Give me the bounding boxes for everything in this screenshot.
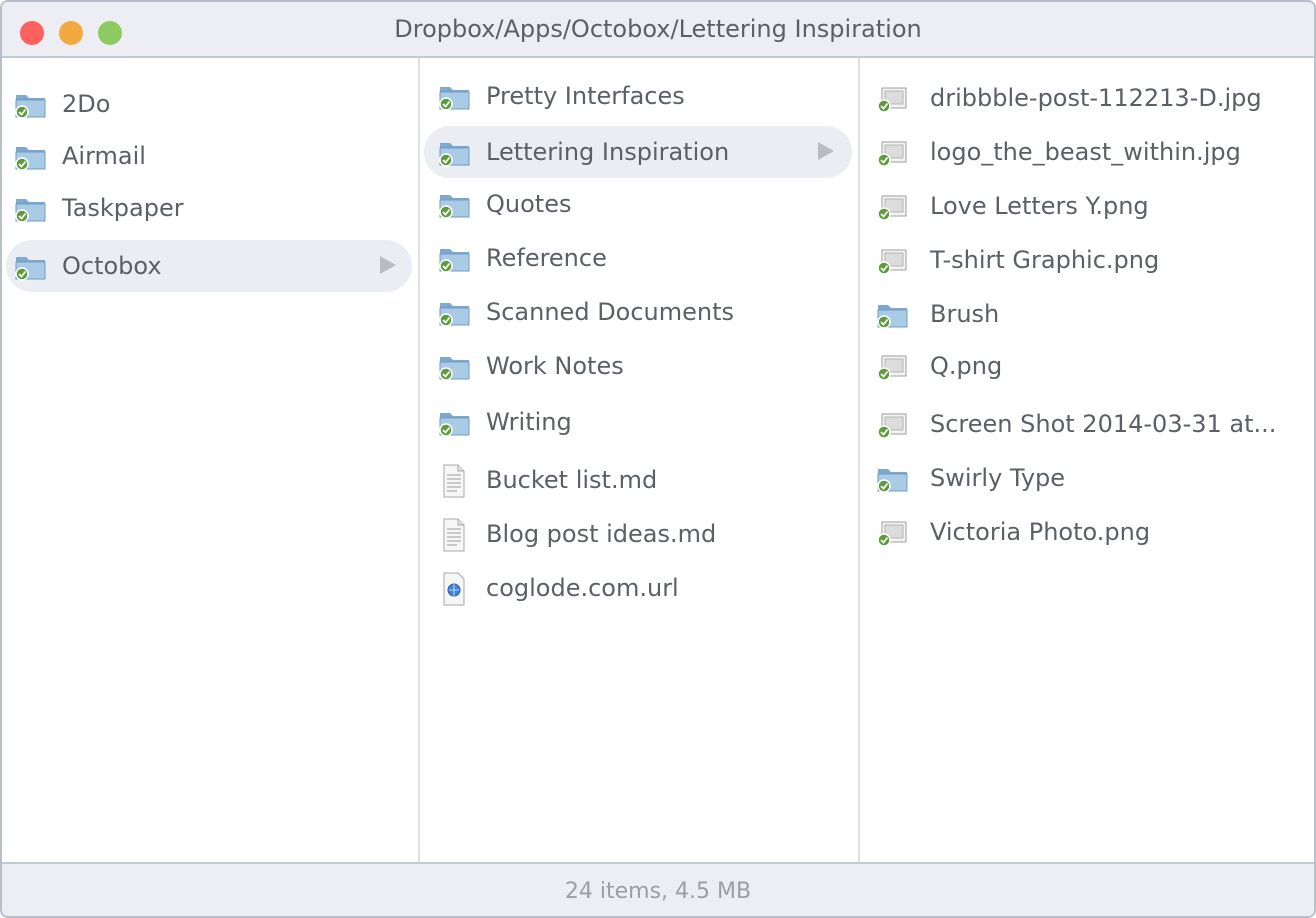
list-item[interactable]: Quotes	[424, 178, 850, 230]
folder-icon	[438, 245, 472, 273]
item-label: Taskpaper	[62, 194, 184, 222]
list-item[interactable]: Brush	[864, 288, 1308, 340]
item-label: Octobox	[62, 252, 162, 280]
item-label: Q.png	[930, 352, 1003, 380]
list-item[interactable]: dribbble-post-112213-D.jpg	[864, 72, 1308, 124]
list-item[interactable]: Q.png	[864, 340, 1308, 392]
list-item[interactable]: Pretty Interfaces	[424, 70, 850, 122]
list-item[interactable]: Swirly Type	[864, 452, 1308, 504]
list-item-selected[interactable]: Lettering Inspiration	[424, 126, 852, 178]
item-label: 2Do	[62, 90, 111, 118]
column-3[interactable]: dribbble-post-112213-D.jpg logo_the_beas…	[860, 58, 1314, 862]
folder-icon	[438, 409, 472, 437]
item-label: Quotes	[486, 190, 572, 218]
item-label: Pretty Interfaces	[486, 82, 685, 110]
list-item[interactable]: Love Letters Y.png	[864, 180, 1308, 232]
list-item[interactable]: T-shirt Graphic.png	[864, 234, 1308, 286]
list-item[interactable]: Screen Shot 2014-03-31 at...	[864, 398, 1308, 450]
image-file-icon	[876, 85, 910, 113]
item-label: Brush	[930, 300, 1000, 328]
item-label: Victoria Photo.png	[930, 518, 1151, 546]
item-label: coglode.com.url	[486, 574, 679, 602]
finder-window: Dropbox/Apps/Octobox/Lettering Inspirati…	[0, 0, 1316, 918]
image-file-icon	[876, 247, 910, 275]
list-item[interactable]: Reference	[424, 232, 850, 284]
item-label: Love Letters Y.png	[930, 192, 1149, 220]
folder-icon	[438, 139, 472, 167]
item-label: Writing	[486, 408, 572, 436]
image-file-icon	[876, 411, 910, 439]
url-file-icon	[438, 572, 472, 606]
item-label: Scanned Documents	[486, 298, 735, 326]
item-label: Airmail	[62, 142, 146, 170]
folder-icon	[14, 253, 48, 281]
image-file-icon	[876, 519, 910, 547]
list-item[interactable]: logo_the_beast_within.jpg	[864, 126, 1308, 178]
list-item[interactable]: Work Notes	[424, 340, 850, 392]
status-bar: 24 items, 4.5 MB	[2, 862, 1314, 916]
folder-icon	[438, 191, 472, 219]
folder-icon	[876, 301, 910, 329]
image-file-icon	[876, 139, 910, 167]
image-file-icon	[876, 353, 910, 381]
item-label: Screen Shot 2014-03-31 at...	[930, 410, 1277, 438]
disclosure-arrow-icon	[380, 256, 396, 274]
list-item[interactable]: Airmail	[8, 130, 412, 182]
item-label: Work Notes	[486, 352, 624, 380]
item-label: Swirly Type	[930, 464, 1066, 492]
text-file-icon	[438, 464, 472, 498]
list-item-selected[interactable]: Octobox	[6, 240, 412, 292]
item-label: logo_the_beast_within.jpg	[930, 138, 1241, 166]
folder-icon	[14, 195, 48, 223]
column-1[interactable]: 2Do Airmail Taskpaper Octobox	[2, 58, 420, 862]
item-label: Bucket list.md	[486, 466, 658, 494]
list-item[interactable]: coglode.com.url	[424, 562, 850, 614]
disclosure-arrow-icon	[818, 142, 834, 160]
status-text: 24 items, 4.5 MB	[564, 879, 752, 904]
title-bar[interactable]: Dropbox/Apps/Octobox/Lettering Inspirati…	[2, 2, 1314, 58]
window-title: Dropbox/Apps/Octobox/Lettering Inspirati…	[394, 15, 922, 43]
list-item[interactable]: Victoria Photo.png	[864, 506, 1308, 558]
list-item[interactable]: Writing	[424, 396, 850, 448]
list-item[interactable]: Bucket list.md	[424, 454, 850, 506]
folder-icon	[438, 353, 472, 381]
folder-icon	[14, 143, 48, 171]
list-item[interactable]: Scanned Documents	[424, 286, 850, 338]
column-2[interactable]: Pretty Interfaces Lettering Inspiration …	[420, 58, 860, 862]
item-label: Reference	[486, 244, 607, 272]
list-item[interactable]: Taskpaper	[8, 182, 412, 234]
list-item[interactable]: 2Do	[8, 78, 412, 130]
folder-icon	[438, 299, 472, 327]
item-label: Lettering Inspiration	[486, 138, 730, 166]
item-label: Blog post ideas.md	[486, 520, 717, 548]
text-file-icon	[438, 518, 472, 552]
item-label: T-shirt Graphic.png	[930, 246, 1160, 274]
item-label: dribbble-post-112213-D.jpg	[930, 84, 1262, 112]
list-item[interactable]: Blog post ideas.md	[424, 508, 850, 560]
folder-icon	[438, 83, 472, 111]
image-file-icon	[876, 193, 910, 221]
folder-icon	[14, 91, 48, 119]
folder-icon	[876, 465, 910, 493]
